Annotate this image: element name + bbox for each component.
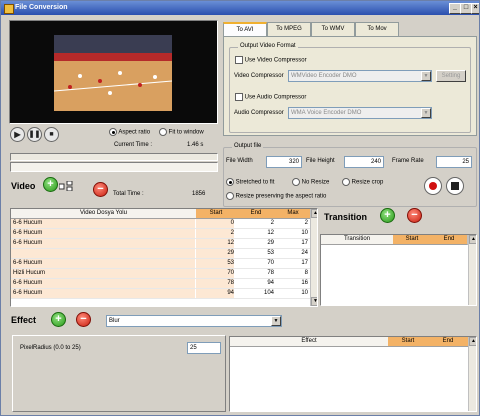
app-icon — [4, 4, 14, 14]
output-file-group: Output file File Width 320 File Height 2… — [223, 143, 477, 207]
current-time-label: Current Time : — [114, 142, 153, 148]
stop-record-icon[interactable] — [446, 177, 464, 195]
timeline-bar[interactable] — [10, 162, 218, 172]
video-section-label: Video — [11, 181, 36, 191]
video-preview — [9, 20, 218, 124]
scroll-up-arrow-icon[interactable]: ▲ — [311, 209, 317, 218]
title-bar: File Conversion _ □ × — [1, 1, 479, 15]
frame-rate-field[interactable]: 25 — [436, 156, 472, 168]
seek-bar[interactable] — [10, 153, 218, 161]
effect-table-scrollbar[interactable]: ▲ — [468, 337, 476, 411]
pixel-radius-field[interactable]: 25 — [187, 342, 221, 354]
frame-rate-label: Frame Rate — [392, 158, 424, 164]
table-row[interactable]: 6-6 Hucum 2 12 10 — [11, 229, 310, 239]
use-audio-compressor-checkbox[interactable]: Use Audio Compressor — [235, 93, 306, 101]
transition-col-start[interactable]: Start — [393, 235, 432, 245]
effect-section-label: Effect — [11, 315, 37, 325]
video-col-max[interactable]: Max — [276, 209, 311, 219]
table-row[interactable]: Hizli Hucum 70 78 8 — [11, 269, 310, 279]
video-table: Video Dosya Yolu Start End Max 6-6 Hucum… — [10, 208, 318, 307]
close-button[interactable]: × — [471, 3, 479, 14]
effect-table: Effect Start End ▲ — [229, 336, 477, 412]
pause-icon[interactable]: ❚❚ — [27, 127, 42, 142]
record-icon[interactable] — [424, 177, 442, 195]
audio-compressor-label: Audio Compressor — [234, 110, 284, 116]
transition-col-end[interactable]: End — [431, 235, 468, 245]
fit-to-window-option[interactable]: Fit to window — [159, 128, 204, 136]
file-width-label: File Width — [226, 158, 253, 164]
video-col-path[interactable]: Video Dosya Yolu — [11, 209, 197, 219]
setting-button[interactable]: Setting — [436, 70, 466, 82]
file-height-field[interactable]: 240 — [344, 156, 384, 168]
video-col-start[interactable]: Start — [196, 209, 237, 219]
total-time-label: Total Time : — [113, 191, 144, 197]
aspect-ratio-option[interactable]: Aspect ratio — [109, 128, 150, 136]
transition-table: Transition Start End ▲ — [320, 234, 477, 306]
tab-to-mpeg[interactable]: To MPEG — [267, 22, 311, 36]
chevron-down-icon[interactable]: ▼ — [421, 71, 431, 81]
table-row[interactable]: 6-6 Hucum 94 104 10 — [11, 289, 310, 299]
video-table-scrollbar[interactable]: ▲ ▼ — [310, 209, 317, 306]
use-video-compressor-checkbox[interactable]: Use Video Compressor — [235, 56, 307, 64]
split-icon[interactable] — [58, 180, 73, 192]
tab-panel-avi: Output Video Format Use Video Compressor… — [223, 36, 477, 136]
pixel-radius-label: PixelRadius (0.0 to 25) — [20, 345, 81, 351]
audio-compressor-select[interactable]: WMA Voice Encoder DMO ▼ — [288, 107, 432, 119]
video-compressor-label: Video Compressor — [234, 73, 284, 79]
add-transition-button[interactable]: + — [380, 208, 395, 223]
effect-col-start[interactable]: Start — [388, 337, 429, 347]
file-width-field[interactable]: 320 — [266, 156, 302, 168]
scroll-up-arrow-icon[interactable]: ▲ — [469, 235, 476, 244]
stop-icon[interactable]: ■ — [44, 127, 59, 142]
table-row[interactable]: 6-6 Hucum 0 2 2 — [11, 219, 310, 229]
scroll-up-arrow-icon[interactable]: ▲ — [469, 337, 476, 346]
effect-params-panel: PixelRadius (0.0 to 25) 25 — [12, 335, 226, 412]
file-height-label: File Height — [306, 158, 335, 164]
chevron-down-icon[interactable]: ▼ — [421, 108, 431, 118]
table-row[interactable]: 6-6 Hucum 78 94 16 — [11, 279, 310, 289]
remove-effect-button[interactable]: − — [76, 312, 91, 327]
remove-video-button[interactable]: − — [93, 182, 108, 197]
tab-to-wmv[interactable]: To WMV — [311, 22, 355, 36]
transition-table-scrollbar[interactable]: ▲ — [468, 235, 476, 305]
output-video-format-group: Output Video Format Use Video Compressor… — [229, 43, 471, 133]
video-rows: 6-6 Hucum 0 2 2 6-6 Hucum 2 12 10 6-6 Hu… — [11, 219, 310, 306]
no-resize-option[interactable]: No Resize — [292, 178, 329, 186]
current-time-value: 1.46 s — [187, 142, 204, 148]
table-row[interactable]: 6-6 Hucum 12 29 17 — [11, 239, 310, 249]
transition-col-name[interactable]: Transition — [321, 235, 394, 245]
chevron-down-icon[interactable]: ▼ — [271, 316, 281, 326]
effect-col-end[interactable]: End — [428, 337, 469, 347]
effect-select[interactable]: Blur ▼ — [106, 315, 282, 327]
transition-section-label: Transition — [324, 212, 368, 222]
add-effect-button[interactable]: + — [51, 312, 66, 327]
table-row[interactable]: 29 53 24 — [11, 249, 310, 259]
effect-col-name[interactable]: Effect — [230, 337, 389, 347]
tab-strip: To AVI To MPEG To WMV To Mov — [223, 22, 475, 38]
stretched-to-fit-option[interactable]: Stretched to fit — [226, 178, 274, 186]
table-row[interactable]: 6-6 Hucum 53 70 17 — [11, 259, 310, 269]
resize-preserve-aspect-option[interactable]: Resize preserving the aspect ratio — [226, 192, 326, 200]
remove-transition-button[interactable]: − — [407, 208, 422, 223]
scroll-down-arrow-icon[interactable]: ▼ — [311, 297, 317, 306]
add-video-button[interactable]: + — [43, 177, 58, 192]
video-col-end[interactable]: End — [236, 209, 277, 219]
video-frame-image — [53, 35, 173, 111]
video-compressor-select[interactable]: WMVideo Encoder DMO ▼ — [288, 70, 432, 82]
total-time-value: 1856 — [192, 191, 206, 197]
window-title: File Conversion — [15, 4, 68, 11]
tab-to-mov[interactable]: To Mov — [355, 22, 399, 36]
file-conversion-window: File Conversion _ □ × ▶ ❚❚ ■ Aspect rati… — [0, 0, 480, 416]
play-icon[interactable]: ▶ — [10, 127, 25, 142]
resize-crop-option[interactable]: Resize crop — [342, 178, 383, 186]
